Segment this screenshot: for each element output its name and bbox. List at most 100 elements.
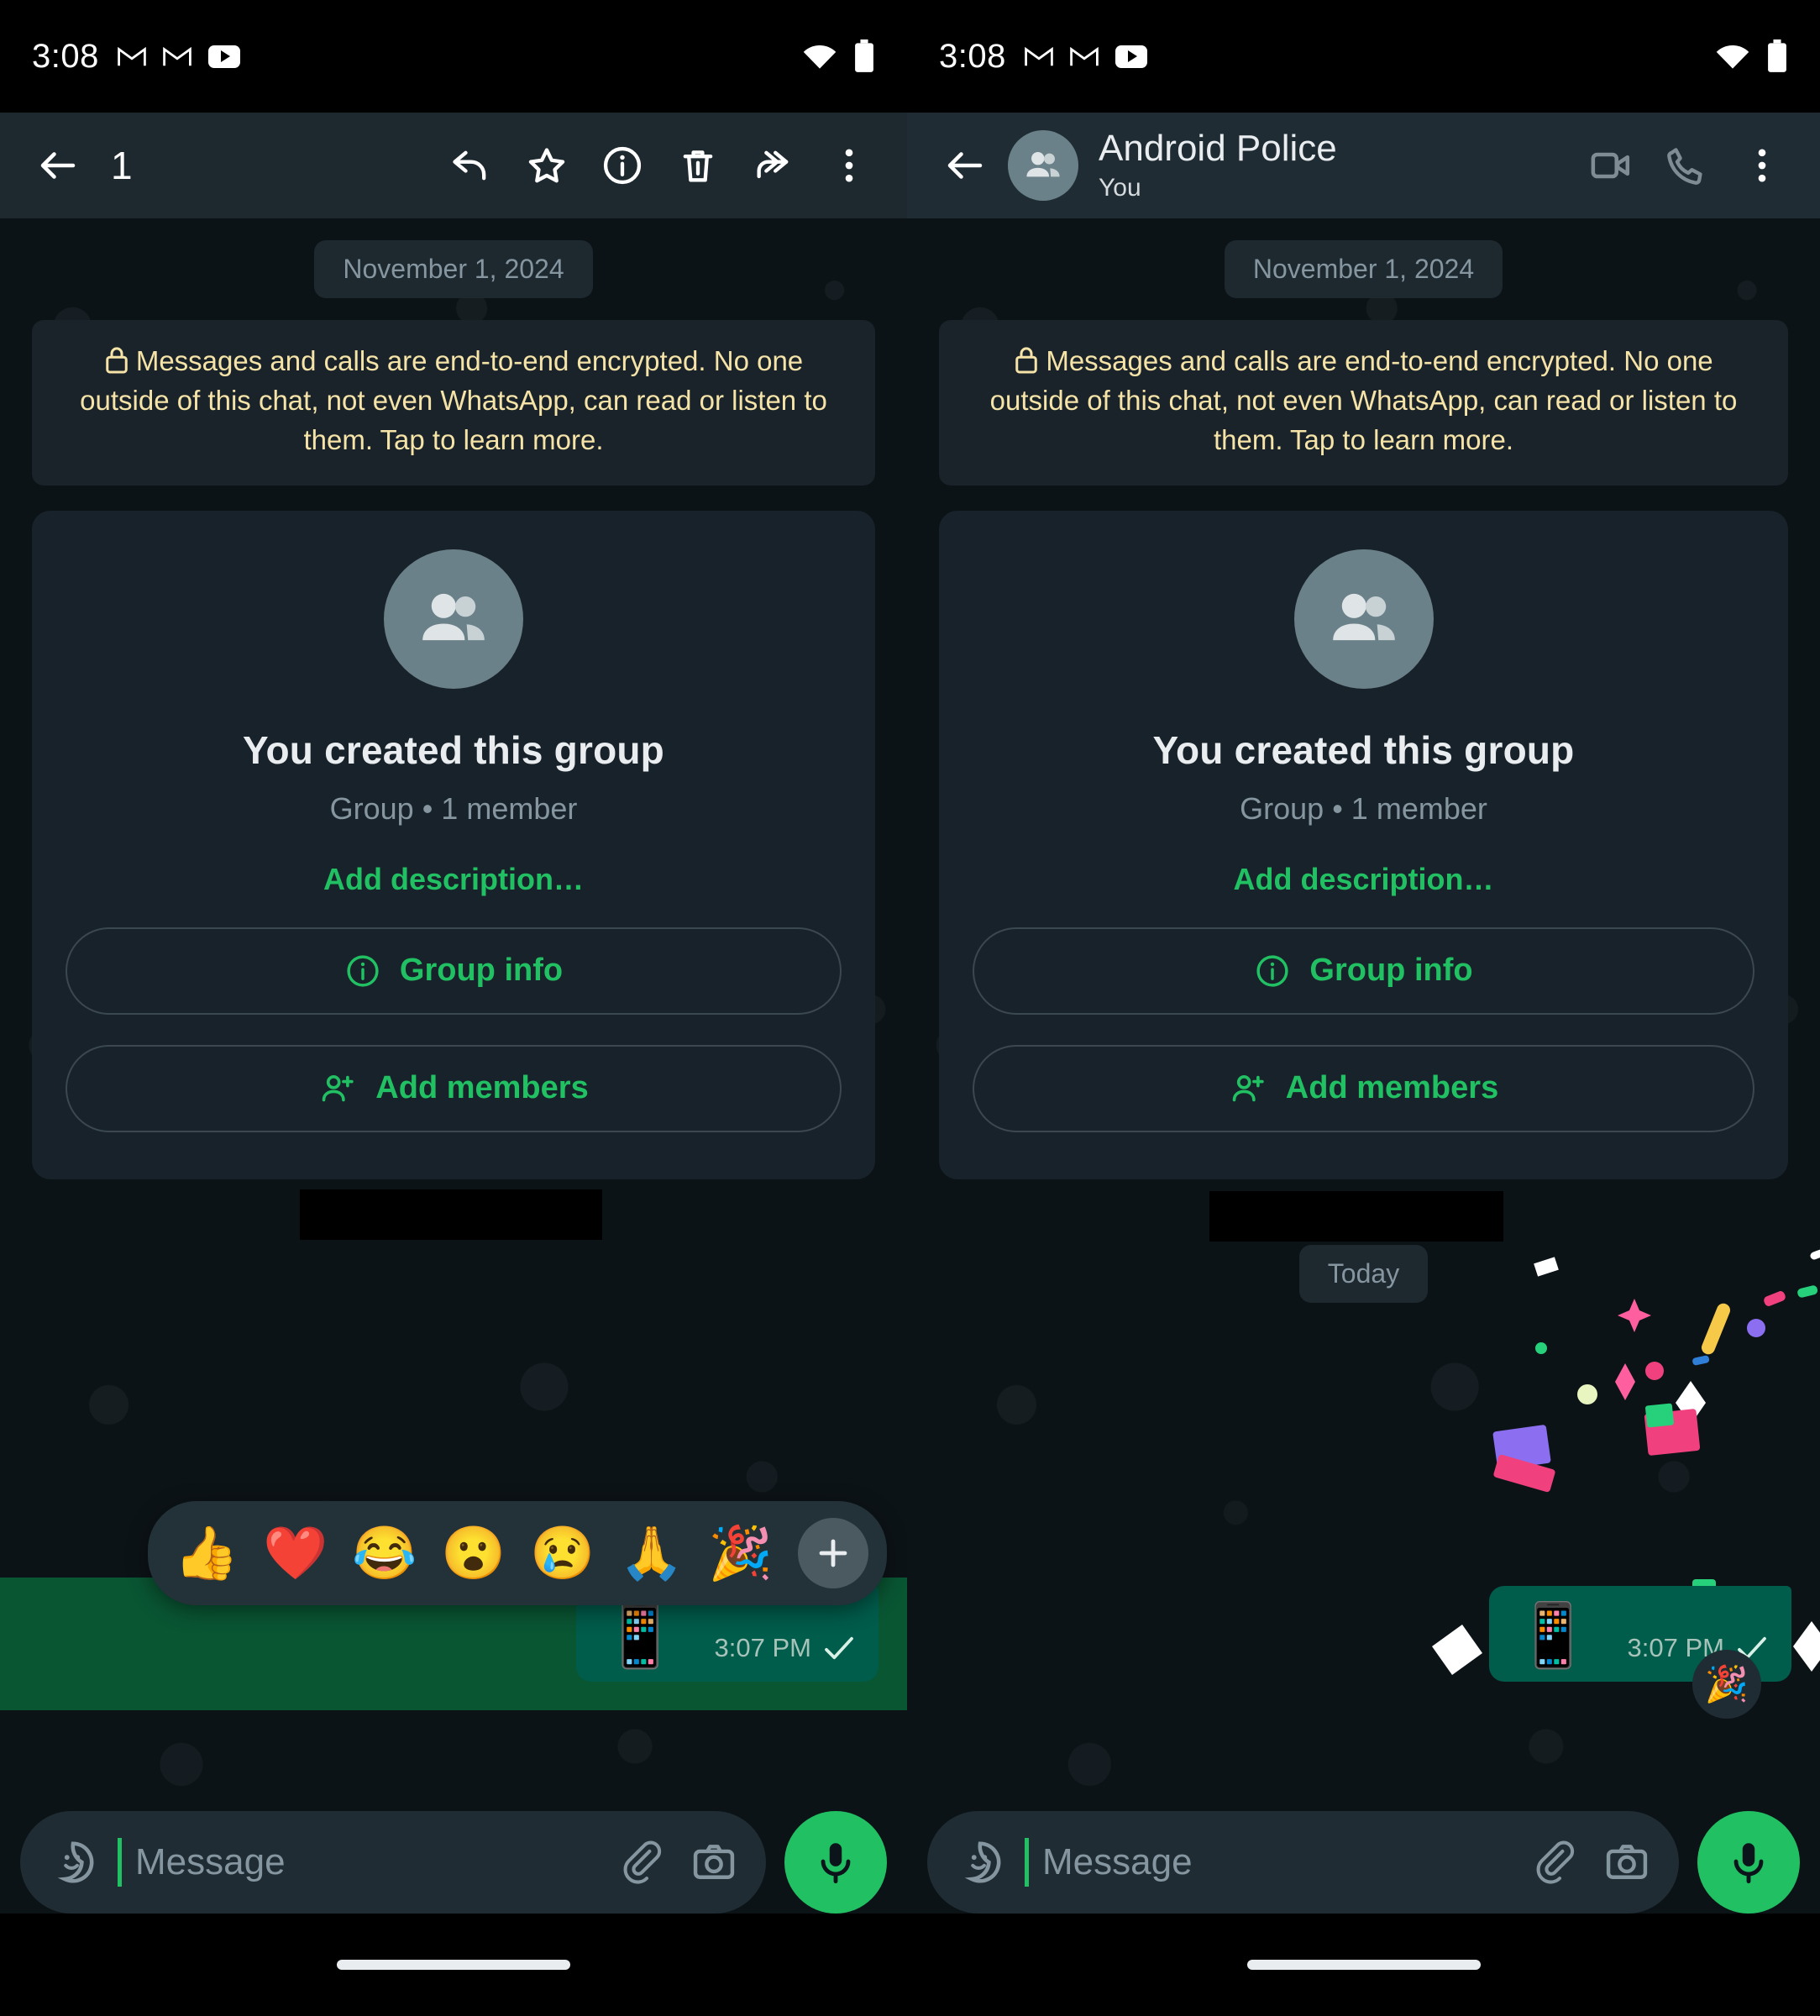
message-content: 📱 bbox=[1514, 1600, 1592, 1670]
group-info-button[interactable]: Group info bbox=[66, 927, 842, 1015]
video-call-icon[interactable] bbox=[1575, 129, 1647, 202]
group-info-label: Group info bbox=[1309, 953, 1473, 989]
redaction-bar bbox=[300, 1189, 602, 1240]
message-input-field[interactable]: Message bbox=[20, 1811, 766, 1914]
android-navigation-bar bbox=[0, 1914, 907, 2016]
wifi-icon bbox=[803, 45, 837, 69]
status-bar-clock: 3:08 bbox=[939, 37, 1006, 75]
message-placeholder: Message bbox=[1042, 1841, 1193, 1882]
group-avatar bbox=[1293, 549, 1434, 689]
group-card-title: You created this group bbox=[243, 727, 664, 772]
input-actions bbox=[1529, 1839, 1650, 1886]
back-icon[interactable] bbox=[929, 129, 1001, 202]
group-intro-card: You created this group Group • 1 member … bbox=[939, 510, 1788, 1179]
battery-icon bbox=[1768, 39, 1786, 72]
reply-icon[interactable] bbox=[435, 129, 507, 202]
message-input-bar: Message bbox=[0, 1811, 907, 1914]
status-bar-system-icons bbox=[801, 39, 875, 73]
text-cursor bbox=[118, 1838, 122, 1887]
chat-subtitle: You bbox=[1099, 173, 1141, 202]
microphone-icon bbox=[1733, 1843, 1764, 1884]
overflow-menu-icon[interactable] bbox=[1726, 129, 1798, 202]
input-actions bbox=[616, 1839, 737, 1886]
chat-title-block[interactable]: Android Police You bbox=[1099, 128, 1337, 202]
camera-icon[interactable] bbox=[1603, 1839, 1650, 1886]
message-input-field[interactable]: Message bbox=[927, 1811, 1679, 1914]
message-list: November 1, 2024 Messages and calls are … bbox=[907, 218, 1820, 2016]
forward-icon[interactable] bbox=[737, 129, 810, 202]
message-time: 3:07 PM bbox=[714, 1633, 811, 1662]
group-people-icon bbox=[1332, 593, 1395, 640]
reaction-joy[interactable]: 😂 bbox=[344, 1513, 425, 1593]
message-meta: 3:07 PM bbox=[715, 1633, 855, 1667]
encryption-notice[interactable]: Messages and calls are end-to-end encryp… bbox=[32, 320, 875, 486]
gesture-nav-pill[interactable] bbox=[1246, 1960, 1481, 1970]
redaction-bar bbox=[1209, 1191, 1503, 1242]
reaction-heart[interactable]: ❤️ bbox=[255, 1513, 336, 1593]
group-card-title: You created this group bbox=[1152, 727, 1575, 772]
battery-icon bbox=[855, 39, 873, 72]
reaction-surprised[interactable]: 😮 bbox=[433, 1513, 514, 1593]
star-icon[interactable] bbox=[511, 129, 583, 202]
more-reactions-button[interactable] bbox=[798, 1518, 868, 1588]
add-members-button[interactable]: Add members bbox=[973, 1044, 1754, 1132]
info-icon bbox=[1256, 954, 1289, 987]
android-navigation-bar bbox=[907, 1914, 1820, 2016]
group-intro-card: You created this group Group • 1 member … bbox=[32, 510, 875, 1179]
overflow-menu-icon[interactable] bbox=[813, 129, 885, 202]
message-list: November 1, 2024 Messages and calls are … bbox=[0, 218, 907, 2016]
chat-avatar[interactable] bbox=[1008, 130, 1078, 201]
selection-actions bbox=[435, 129, 885, 202]
wifi-icon bbox=[1716, 45, 1749, 69]
paperclip-icon[interactable] bbox=[616, 1840, 662, 1885]
voice-record-button[interactable] bbox=[1697, 1811, 1800, 1914]
camera-icon[interactable] bbox=[690, 1839, 737, 1886]
status-bar: 3:08 bbox=[907, 0, 1820, 113]
gmail-icon bbox=[163, 46, 191, 66]
add-description-link[interactable]: Add description… bbox=[323, 862, 584, 897]
add-members-button[interactable]: Add members bbox=[66, 1044, 842, 1132]
encryption-notice[interactable]: Messages and calls are end-to-end encryp… bbox=[939, 320, 1788, 486]
message-reaction-badge[interactable]: 🎉 bbox=[1692, 1650, 1761, 1719]
voice-record-button[interactable] bbox=[784, 1811, 887, 1914]
chat-actions bbox=[1575, 129, 1798, 202]
gesture-nav-pill[interactable] bbox=[337, 1960, 570, 1970]
left-screen: 3:08 1 November 1, 2024 Messages and cal… bbox=[0, 0, 907, 2016]
text-cursor bbox=[1025, 1838, 1029, 1887]
add-members-label: Add members bbox=[375, 1070, 589, 1106]
reaction-cry[interactable]: 😢 bbox=[522, 1513, 603, 1593]
reaction-party[interactable]: 🎉 bbox=[700, 1513, 781, 1593]
reaction-thumbsup[interactable]: 👍 bbox=[166, 1513, 247, 1593]
person-add-icon bbox=[322, 1074, 354, 1101]
voice-call-icon[interactable] bbox=[1650, 129, 1723, 202]
youtube-icon bbox=[207, 45, 240, 68]
back-icon[interactable] bbox=[22, 129, 94, 202]
encryption-notice-text: Messages and calls are end-to-end encryp… bbox=[989, 345, 1738, 455]
date-chip: November 1, 2024 bbox=[1224, 240, 1503, 298]
paperclip-icon[interactable] bbox=[1529, 1840, 1575, 1885]
message-placeholder: Message bbox=[135, 1841, 286, 1882]
date-chip: November 1, 2024 bbox=[314, 240, 593, 298]
status-bar-notification-icons bbox=[118, 45, 240, 68]
group-info-button[interactable]: Group info bbox=[973, 927, 1754, 1015]
status-bar-system-icons bbox=[1714, 39, 1788, 73]
gmail-icon bbox=[1025, 46, 1053, 66]
reaction-pray[interactable]: 🙏 bbox=[611, 1513, 692, 1593]
info-icon bbox=[347, 954, 379, 987]
emoji-sticker-icon[interactable] bbox=[956, 1838, 1004, 1887]
message-input-bar: Message bbox=[907, 1811, 1820, 1914]
outgoing-message-row: 📱 3:07 PM 🎉 bbox=[1439, 1586, 1791, 1719]
group-info-label: Group info bbox=[399, 953, 564, 989]
encryption-notice-text: Messages and calls are end-to-end encryp… bbox=[80, 345, 827, 455]
chat-title: Android Police bbox=[1099, 128, 1337, 170]
add-description-link[interactable]: Add description… bbox=[1233, 862, 1493, 897]
emoji-sticker-icon[interactable] bbox=[49, 1838, 97, 1887]
message-bubble[interactable]: 📱 3:07 PM 🎉 bbox=[1489, 1586, 1791, 1719]
add-members-label: Add members bbox=[1285, 1070, 1499, 1106]
delete-icon[interactable] bbox=[662, 129, 734, 202]
info-icon[interactable] bbox=[586, 129, 658, 202]
single-check-icon bbox=[825, 1636, 853, 1660]
reaction-picker[interactable]: 👍 ❤️ 😂 😮 😢 🙏 🎉 bbox=[148, 1501, 887, 1605]
lock-icon bbox=[106, 347, 128, 374]
gmail-icon bbox=[118, 46, 146, 66]
